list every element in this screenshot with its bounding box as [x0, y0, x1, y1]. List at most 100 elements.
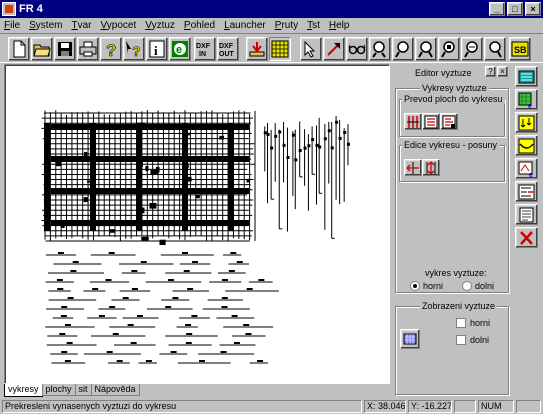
menu-launcher[interactable]: Launcher	[224, 20, 266, 31]
maximize-button[interactable]: □	[507, 2, 523, 16]
radio-dolni-dot[interactable]	[462, 281, 472, 291]
svg-text:DXF: DXF	[196, 43, 211, 50]
help-button[interactable]: ?	[100, 37, 122, 61]
support-icon	[518, 115, 535, 130]
glasses-button[interactable]	[346, 37, 368, 61]
layers-icon	[518, 70, 535, 83]
magnifier-icon	[464, 41, 478, 58]
radio-horni-label: horni	[423, 281, 444, 291]
close-button[interactable]: ×	[525, 2, 541, 16]
svg-text:OUT: OUT	[219, 51, 235, 58]
section-e-icon: e	[518, 161, 533, 177]
edice-button-1[interactable]	[404, 159, 422, 176]
magnifier-icon	[418, 41, 433, 58]
move-horizontal-icon	[406, 161, 419, 174]
context-help-button[interactable]: ?	[123, 37, 145, 61]
menu-pruty[interactable]: Pruty	[275, 20, 298, 31]
dxf-in-button[interactable]: DXF IN	[194, 37, 216, 61]
right-tool-1[interactable]	[515, 66, 538, 87]
radio-horni-dot[interactable]	[410, 281, 420, 291]
chk-horni[interactable]: horni	[456, 318, 490, 328]
prevod-button-2[interactable]	[422, 113, 440, 130]
sb-button[interactable]: SB	[509, 37, 531, 61]
status-blank	[454, 400, 476, 413]
sb-icon: SB	[511, 41, 529, 57]
sub-edice: Edice vykresu - posuny	[399, 140, 505, 182]
vykres-label: vykres vyztuze:	[425, 268, 487, 278]
draw-arrow-button[interactable]	[323, 37, 345, 61]
select-arrow-button[interactable]	[300, 37, 322, 61]
minimize-button[interactable]: _	[489, 2, 505, 16]
status-num: NUM	[478, 400, 514, 413]
menu-file[interactable]: File	[4, 20, 20, 31]
editor-panel: Editor vyztuze ? × Vykresy vyztuze Prevo…	[393, 64, 511, 399]
right-tool-5[interactable]: e	[515, 158, 538, 179]
svg-text:IN: IN	[199, 51, 206, 58]
grid-icon	[271, 40, 289, 58]
zoom-button-4[interactable]	[438, 37, 460, 61]
right-tool-close[interactable]	[515, 227, 538, 248]
chk-dolni[interactable]: dolni	[456, 335, 489, 345]
dxf-out-icon: DXFOUT	[219, 43, 235, 58]
app-icon[interactable]	[2, 2, 16, 16]
rebar-sheet-icon	[442, 115, 456, 128]
zoom-button-5[interactable]	[461, 37, 483, 61]
prevod-button-3[interactable]	[440, 113, 458, 130]
menu-tst[interactable]: Tst	[307, 20, 320, 31]
zoom-button-1[interactable]	[369, 37, 391, 61]
zoom-button-2[interactable]	[392, 37, 414, 61]
e-button[interactable]: e	[169, 37, 191, 61]
save-button[interactable]	[54, 37, 76, 61]
svg-text:SB: SB	[514, 45, 527, 55]
right-tool-3[interactable]	[515, 112, 538, 133]
chk-horni-label: horni	[470, 318, 491, 328]
tab-vykresy[interactable]: vykresy	[4, 384, 43, 397]
window-title: FR 4	[19, 3, 43, 15]
mesh-e-icon: e	[518, 92, 532, 108]
chk-horni-box[interactable]	[456, 318, 466, 328]
chk-dolni-box[interactable]	[456, 335, 466, 345]
right-tool-2[interactable]: e	[515, 89, 538, 110]
right-tool-4[interactable]	[515, 135, 538, 156]
diagonal-arrow-icon	[327, 43, 340, 56]
menu-vypocet[interactable]: Vypocet	[100, 20, 136, 31]
drawing-canvas[interactable]	[4, 64, 390, 384]
prevod-button-1[interactable]	[404, 113, 422, 130]
tab-plochy[interactable]: plochy	[41, 384, 76, 396]
new-file-button[interactable]	[8, 37, 30, 61]
sheet-tabs: vykresy plochy sit Nápověda	[4, 384, 140, 397]
zobrazeni-button[interactable]	[400, 329, 420, 349]
sub-prevod-title: Prevod ploch do vykresu	[402, 94, 505, 104]
radio-dolni-label: dolni	[475, 281, 495, 291]
tab-napoveda[interactable]: Nápověda	[90, 384, 140, 396]
insert-button[interactable]	[246, 37, 268, 61]
arrow-question-icon: ?	[126, 41, 141, 58]
zoom-button-3[interactable]	[415, 37, 437, 61]
right-tool-6[interactable]	[515, 181, 538, 202]
open-folder-button[interactable]	[31, 37, 53, 61]
menu-help[interactable]: Help	[329, 20, 350, 31]
svg-text:?: ?	[106, 41, 116, 58]
panel-help-button[interactable]: ?	[485, 66, 496, 77]
move-vertical-icon	[426, 161, 436, 174]
group-zobrazeni: Zobrazeni vyztuze horni dolni	[395, 301, 509, 395]
info-button[interactable]: i	[146, 37, 168, 61]
svg-text:e: e	[528, 103, 532, 108]
status-tail	[516, 400, 541, 413]
zoom-button-6[interactable]	[484, 37, 506, 61]
dxf-out-button[interactable]: DXF OUT	[217, 37, 239, 61]
menu-pohled[interactable]: Pohled	[184, 20, 215, 31]
panel-close-button[interactable]: ×	[497, 66, 508, 77]
tab-sit[interactable]: sit	[74, 384, 92, 396]
menu-tvar[interactable]: Tvar	[71, 20, 91, 31]
print-button[interactable]	[77, 37, 99, 61]
radio-horni[interactable]: horni	[410, 281, 443, 291]
magnifier-icon	[395, 41, 409, 58]
menu-vyztuz[interactable]: Vyztuz	[145, 20, 175, 31]
grid-button[interactable]	[269, 37, 291, 61]
right-tool-7[interactable]	[515, 204, 538, 225]
radio-dolni[interactable]: dolni	[462, 281, 494, 291]
status-bar: Prekresleni vynasenych vyztuzi do vykres…	[0, 399, 543, 414]
menu-system[interactable]: System	[29, 20, 62, 31]
edice-button-2[interactable]	[422, 159, 440, 176]
